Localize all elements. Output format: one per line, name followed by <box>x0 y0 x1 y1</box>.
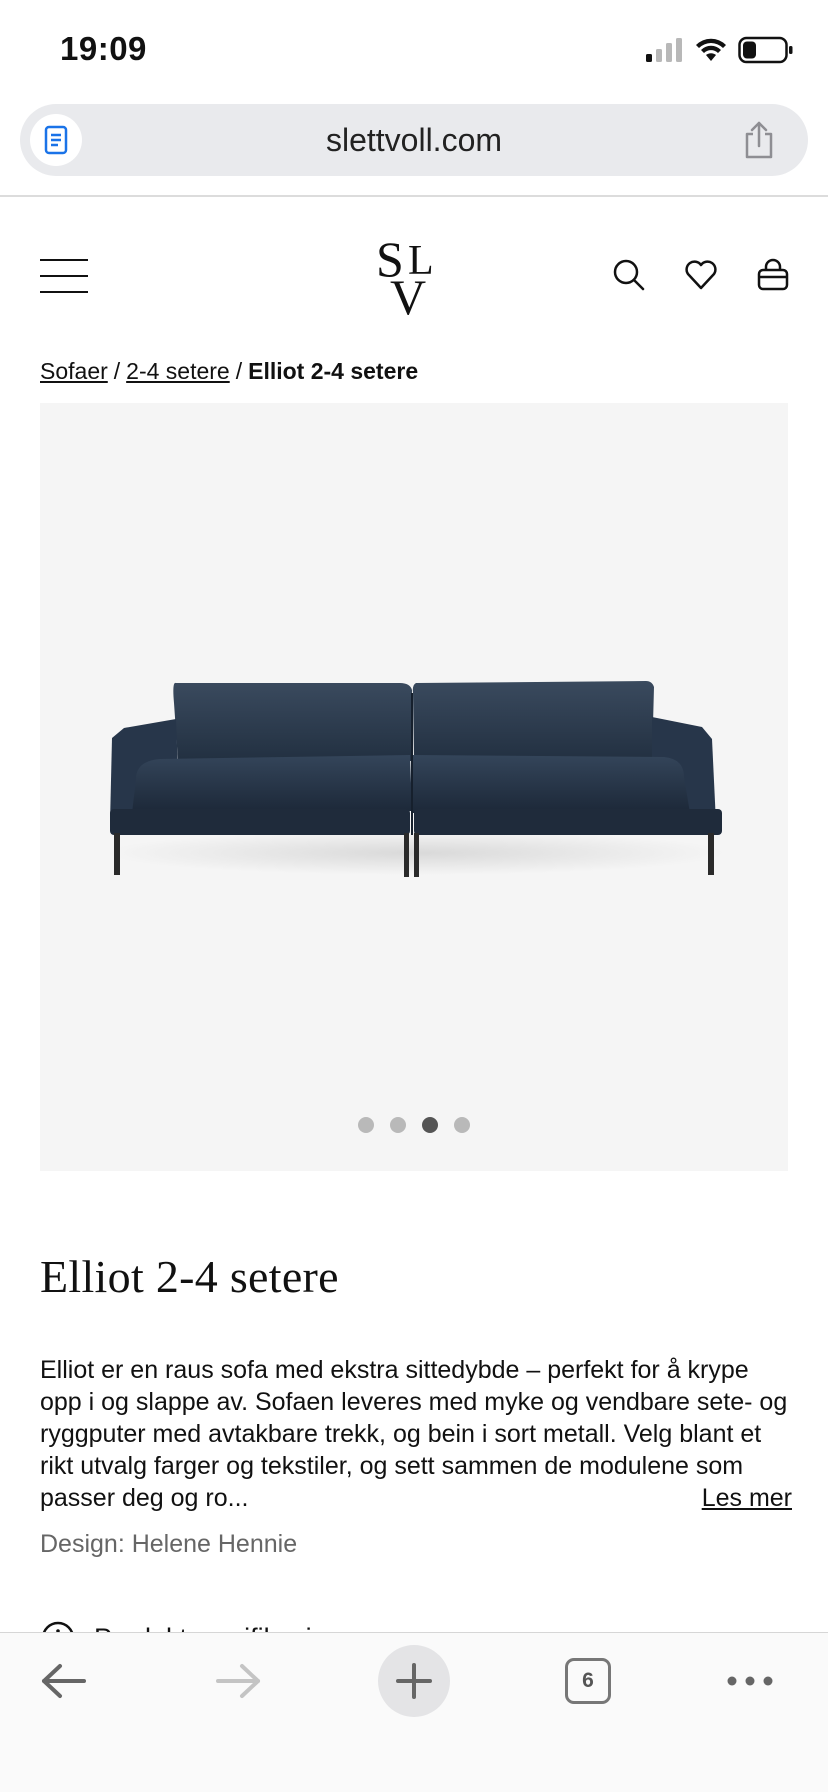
bag-icon[interactable] <box>756 258 790 292</box>
new-tab-button[interactable] <box>378 1645 450 1717</box>
more-icon <box>727 1676 773 1686</box>
menu-icon[interactable] <box>40 255 88 295</box>
carousel-dots <box>40 1117 788 1133</box>
battery-icon <box>738 36 793 64</box>
share-button[interactable] <box>736 116 782 164</box>
tabs-button[interactable]: 6 <box>552 1645 624 1717</box>
share-icon <box>745 121 773 159</box>
more-button[interactable] <box>714 1645 786 1717</box>
product-description-text: Elliot er en raus sofa med ekstra sitted… <box>40 1356 788 1512</box>
carousel-dot[interactable] <box>358 1117 374 1133</box>
heart-icon[interactable] <box>684 258 718 292</box>
breadcrumb-separator: / <box>235 358 243 384</box>
status-time: 19:09 <box>60 30 147 67</box>
breadcrumb-link-sofaer[interactable]: Sofaer <box>40 358 108 384</box>
product-title: Elliot 2-4 setere <box>40 1251 339 1302</box>
breadcrumb: Sofaer/2-4 setere / Elliot 2-4 setere <box>40 358 418 385</box>
read-more-link[interactable]: Les mer <box>687 1482 792 1514</box>
product-gallery[interactable] <box>40 403 788 1171</box>
designer-credit: Design: Helene Hennie <box>40 1530 298 1558</box>
breadcrumb-link-2-4-setere[interactable]: 2-4 setere <box>126 358 230 384</box>
svg-text:V: V <box>390 269 426 316</box>
breadcrumb-separator: / <box>113 358 121 384</box>
url-text[interactable]: slettvoll.com <box>20 122 808 159</box>
carousel-dot[interactable] <box>454 1117 470 1133</box>
back-arrow-icon <box>42 1664 86 1698</box>
status-bar: 19:09 <box>0 0 828 100</box>
cellular-signal-icon <box>646 38 682 62</box>
plus-icon <box>396 1663 432 1699</box>
back-button[interactable] <box>28 1645 100 1717</box>
tab-count: 6 <box>565 1658 611 1704</box>
forward-button[interactable] <box>202 1645 274 1717</box>
wifi-icon <box>696 38 726 61</box>
status-icons <box>644 36 794 64</box>
browser-bottom-toolbar: 6 <box>0 1632 828 1792</box>
sofa-image <box>106 681 726 877</box>
carousel-dot-active[interactable] <box>422 1117 438 1133</box>
toolbar-divider <box>0 195 828 197</box>
site-logo[interactable]: S L V <box>376 232 452 316</box>
carousel-dot[interactable] <box>390 1117 406 1133</box>
address-bar[interactable]: slettvoll.com <box>20 104 808 176</box>
search-icon[interactable] <box>612 258 646 292</box>
product-description: Elliot er en raus sofa med ekstra sitted… <box>40 1354 792 1514</box>
forward-arrow-icon <box>216 1664 260 1698</box>
breadcrumb-current: Elliot 2-4 setere <box>248 358 419 384</box>
